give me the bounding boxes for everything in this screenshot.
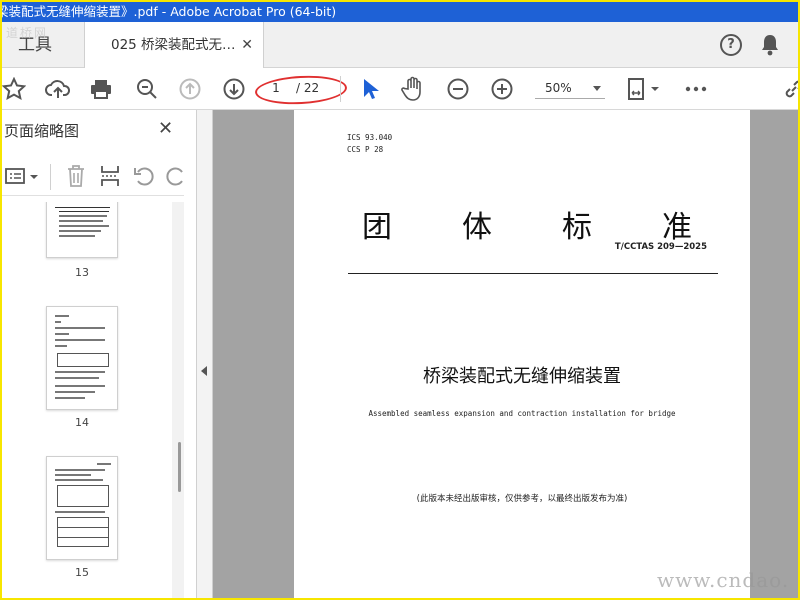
site-watermark: 道桥网 xyxy=(6,26,49,40)
insert-page-icon[interactable] xyxy=(96,162,124,190)
site-watermark-url: www.cndao. xyxy=(657,568,790,592)
previous-page-icon[interactable] xyxy=(176,75,204,103)
zoom-value: 50% xyxy=(545,81,572,95)
tab-document-label: 025 桥梁装配式无… xyxy=(111,37,236,53)
page-thumbnail[interactable] xyxy=(46,306,118,410)
thumbnail-page-number: 13 xyxy=(75,266,89,279)
rotate-left-icon[interactable] xyxy=(130,162,158,190)
thumbnail-list: 13 14 15 xyxy=(2,202,172,598)
document-english-title: Assembled seamless expansion and contrac… xyxy=(368,409,676,418)
delete-page-icon[interactable] xyxy=(62,162,90,190)
ccs-code: CCS P 28 xyxy=(347,145,384,154)
link-icon[interactable] xyxy=(780,75,798,103)
bell-icon[interactable] xyxy=(760,33,780,57)
title-rule xyxy=(348,273,718,274)
thumbnail-page-number: 15 xyxy=(75,566,89,579)
thumbnail-scrollbar[interactable] xyxy=(172,202,184,598)
thumbnail-page-number: 14 xyxy=(75,416,89,429)
ics-code: ICS 93.040 xyxy=(347,133,393,142)
document-main-title: 桥梁装配式无缝伸缩装置 xyxy=(423,366,621,387)
tab-row: 工具 道桥网 025 桥梁装配式无… ✕ ? xyxy=(2,22,798,68)
page-thumbnail[interactable] xyxy=(46,202,118,258)
close-tab-icon[interactable]: ✕ xyxy=(241,22,253,68)
chevron-down-icon xyxy=(593,86,601,91)
scrollbar-thumb[interactable] xyxy=(178,442,181,492)
close-panel-icon[interactable]: ✕ xyxy=(158,118,173,139)
document-view[interactable]: ICS 93.040 CCS P 28 团 体 标 准 T/CCTAS 209—… xyxy=(213,110,798,598)
print-icon[interactable] xyxy=(87,75,115,103)
panel-collapse-handle[interactable] xyxy=(197,110,213,598)
more-options-icon[interactable] xyxy=(682,75,710,103)
panel-title: 页面缩略图 xyxy=(4,122,80,140)
next-page-icon[interactable] xyxy=(220,75,248,103)
hand-tool-icon[interactable] xyxy=(399,75,427,103)
zoom-out-icon[interactable] xyxy=(444,75,472,103)
rotate-right-icon[interactable] xyxy=(162,162,190,190)
main-toolbar: 1 / 22 50% xyxy=(2,68,798,110)
standard-code: T/CCTAS 209—2025 xyxy=(614,242,707,252)
toolbar-separator xyxy=(340,76,341,102)
standard-title-char: 标 xyxy=(562,210,592,245)
zoom-out-search-icon[interactable] xyxy=(133,75,161,103)
panel-separator xyxy=(50,164,51,190)
fit-page-icon[interactable] xyxy=(626,75,662,103)
zoom-in-icon[interactable] xyxy=(488,75,516,103)
panel-toolbar xyxy=(2,156,184,196)
thumbnail-options-icon[interactable] xyxy=(2,162,42,190)
zoom-dropdown[interactable]: 50% xyxy=(535,77,605,99)
standard-title-char: 准 xyxy=(662,210,692,245)
standard-title-char: 体 xyxy=(462,210,492,245)
app-window: 梁装配式无缝伸缩装置》.pdf - Adobe Acrobat Pro (64-… xyxy=(2,2,798,598)
window-title: 梁装配式无缝伸缩装置》.pdf - Adobe Acrobat Pro (64-… xyxy=(2,4,337,19)
thumbnail-panel: 页面缩略图 ✕ 13 14 15 xyxy=(2,110,197,598)
draft-note: (此版本未经出版审核，仅供参考，以最终出版发布为准) xyxy=(416,494,628,504)
tab-document[interactable]: 025 桥梁装配式无… ✕ xyxy=(84,22,264,68)
collapse-arrow-icon xyxy=(201,366,207,376)
help-icon[interactable]: ? xyxy=(720,34,742,56)
pdf-page: ICS 93.040 CCS P 28 团 体 标 准 T/CCTAS 209—… xyxy=(294,110,750,598)
page-thumbnail[interactable] xyxy=(46,456,118,560)
standard-title: 团 体 标 准 xyxy=(362,202,692,246)
star-icon[interactable] xyxy=(2,75,28,103)
cloud-upload-icon[interactable] xyxy=(44,75,72,103)
classification-codes: ICS 93.040 CCS P 28 xyxy=(347,132,392,156)
standard-title-char: 团 xyxy=(362,210,392,245)
title-bar: 梁装配式无缝伸缩装置》.pdf - Adobe Acrobat Pro (64-… xyxy=(2,2,798,22)
select-cursor-icon[interactable] xyxy=(356,75,384,103)
